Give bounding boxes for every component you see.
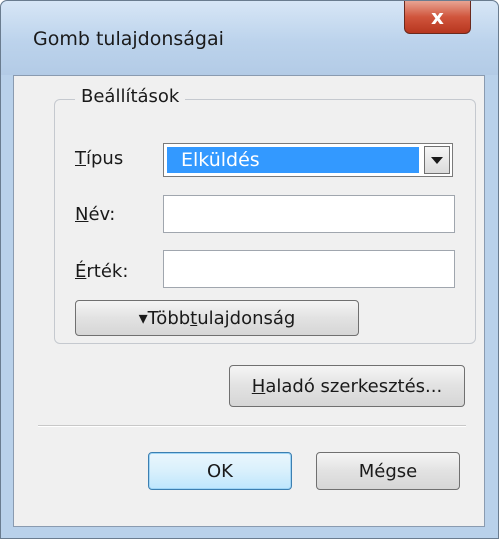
type-select-value: Elküldés [167,147,419,173]
type-label-text: ípus [86,148,124,169]
type-label: Típus [75,148,123,169]
type-select-dropdown-button[interactable] [424,146,450,174]
dialog-window: Gomb tulajdonságai x Beállítások Típus E… [0,0,499,539]
close-icon: x [431,5,444,29]
settings-group: Beállítások Típus Elküldés Név: Érték: ▾… [54,86,476,344]
more-properties-label: ulajdonság [197,307,296,329]
name-label-accesskey: N [75,204,89,225]
advanced-edit-button[interactable]: Haladó szerkesztés... [229,365,465,407]
separator [38,425,466,427]
more-properties-prefix: ▾Több [138,307,191,329]
settings-group-legend: Beállítások [75,86,186,107]
dialog-body: Beállítások Típus Elküldés Név: Érték: ▾… [13,75,485,527]
value-label-mid: r [86,261,94,282]
title-bar[interactable]: Gomb tulajdonságai x [1,1,498,75]
value-label-accesskey: É [75,261,87,282]
value-field[interactable] [163,250,455,288]
value-label: Érték: [75,261,128,282]
cancel-button[interactable]: Mégse [316,452,460,490]
advanced-edit-accesskey: H [251,375,266,397]
name-label: Név: [75,204,115,225]
more-properties-button[interactable]: ▾Több t ulajdonság [75,300,359,336]
chevron-down-icon [431,156,443,164]
type-select[interactable]: Elküldés [163,143,453,177]
name-label-text: év: [88,204,116,225]
advanced-edit-label: aladó szerkesztés... [265,375,443,397]
ok-button[interactable]: OK [148,452,292,490]
more-properties-accesskey: t [190,307,198,329]
type-label-accesskey: T [75,148,86,169]
window-title: Gomb tulajdonságai [33,28,224,50]
value-label-text: ték: [93,261,129,282]
name-field[interactable] [163,195,455,233]
close-button[interactable]: x [404,1,471,34]
